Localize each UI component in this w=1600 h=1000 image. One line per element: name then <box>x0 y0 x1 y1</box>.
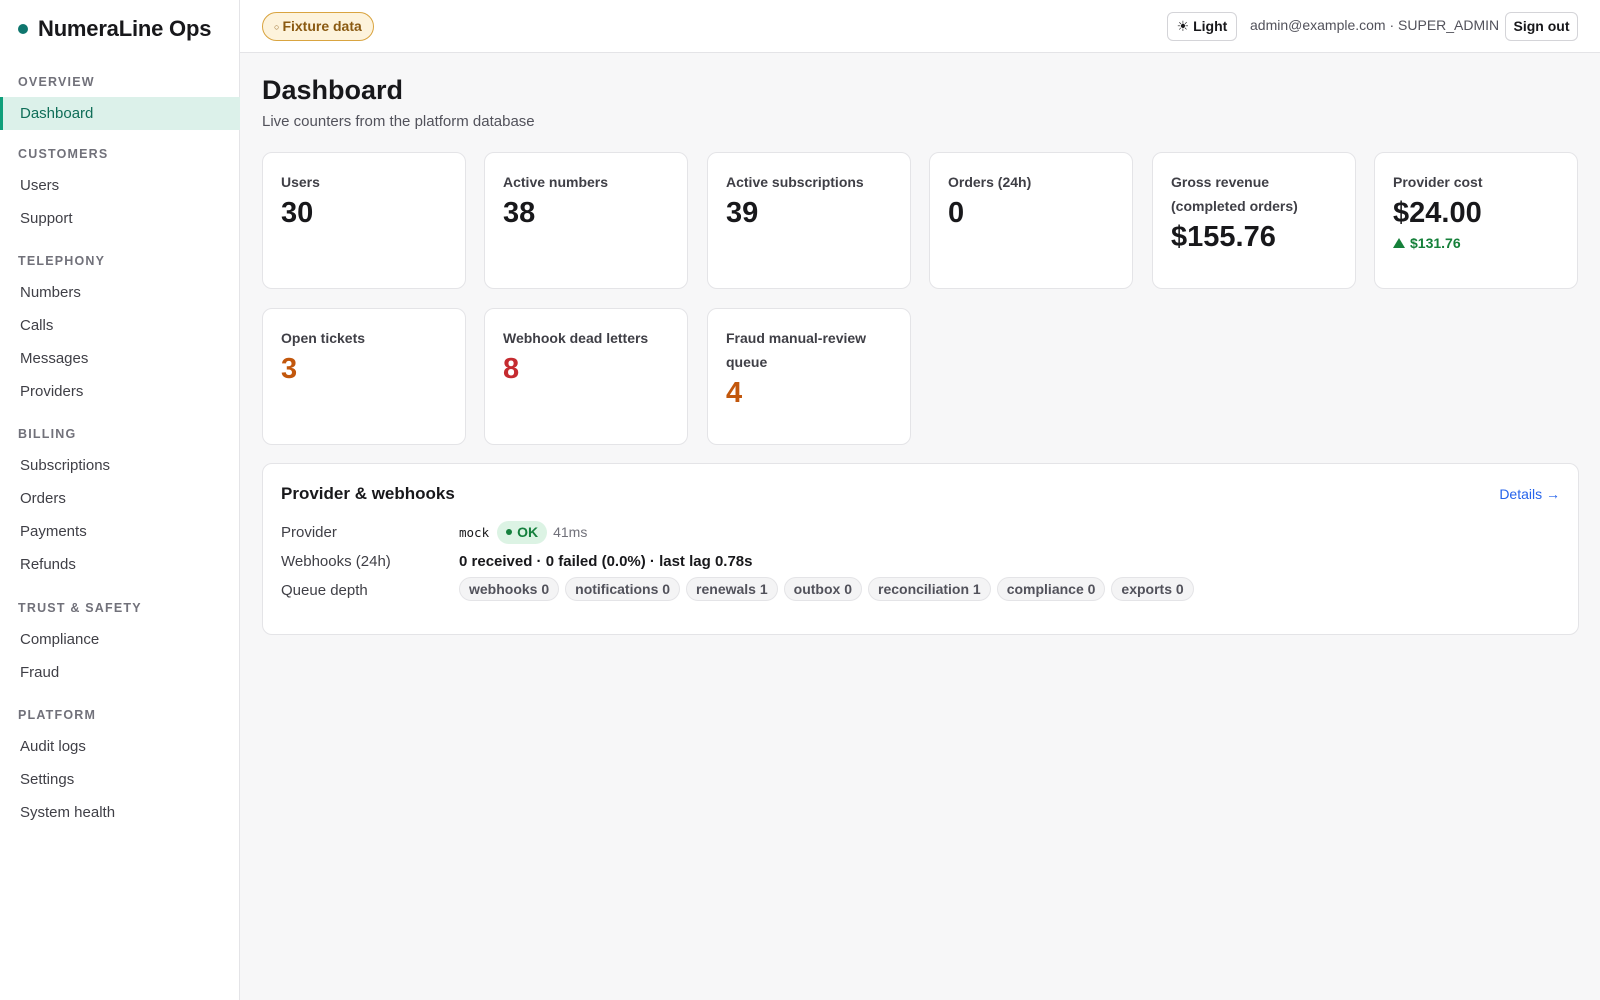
sign-out-button[interactable]: Sign out <box>1505 12 1578 41</box>
status-text: OK <box>517 524 539 540</box>
status-badge: OK <box>497 521 548 544</box>
stat-value: 4 <box>726 377 743 409</box>
stat-card-fraud-review-queue: Fraud manual-review queue 4 <box>707 308 911 445</box>
stat-card-webhook-dead-letters: Webhook dead letters 8 <box>484 308 688 445</box>
stat-label: Open tickets <box>281 330 366 346</box>
sidebar-item-calls[interactable]: Calls <box>0 309 240 342</box>
sidebar-item-refunds[interactable]: Refunds <box>0 548 240 581</box>
nav-section-title: TRUST & SAFETY <box>18 601 142 615</box>
stat-label: Gross revenue (completed orders) <box>1171 174 1298 214</box>
nav-trust-safety: TRUST & SAFETY Compliance Fraud <box>0 599 240 689</box>
nav-section-title: PLATFORM <box>18 708 97 722</box>
queue-chip-outbox: outbox 0 <box>783 577 862 601</box>
stat-card-provider-cost: Provider cost $24.00 $131.76 <box>1374 152 1578 289</box>
stat-label: Provider cost <box>1393 174 1483 190</box>
circle-icon: ○ <box>274 22 280 32</box>
stat-card-orders-24h: Orders (24h) 0 <box>929 152 1133 289</box>
queue-chip-exports: exports 0 <box>1111 577 1194 601</box>
webhooks-summary: 0 received · 0 failed (0.0%) · last lag … <box>459 553 753 570</box>
nav-platform: PLATFORM Audit logs Settings System heal… <box>0 706 240 829</box>
triangle-up-icon <box>1393 238 1405 248</box>
sidebar-item-users[interactable]: Users <box>0 169 240 202</box>
sidebar-item-payments[interactable]: Payments <box>0 515 240 548</box>
stat-label: Active numbers <box>503 174 609 190</box>
stat-label: Users <box>281 174 320 190</box>
brand-logo-dot <box>18 24 28 34</box>
fixture-data-badge: ○ Fixture data <box>262 12 374 41</box>
stat-value: $24.00 <box>1393 197 1482 229</box>
brand[interactable]: NumeraLine Ops <box>0 0 239 58</box>
stat-card-active-numbers: Active numbers 38 <box>484 152 688 289</box>
stat-delta-value: $131.76 <box>1410 235 1461 251</box>
nav-section-title: CUSTOMERS <box>18 147 109 161</box>
stat-value: 3 <box>281 353 298 385</box>
queue-chip-reconciliation: reconciliation 1 <box>868 577 991 601</box>
sidebar-item-numbers[interactable]: Numbers <box>0 276 240 309</box>
sidebar-item-fraud[interactable]: Fraud <box>0 656 240 689</box>
sidebar-item-orders[interactable]: Orders <box>0 482 240 515</box>
queue-chip-renewals: renewals 1 <box>686 577 778 601</box>
queue-depth-label: Queue depth <box>281 582 368 599</box>
sidebar-item-support[interactable]: Support <box>0 202 240 235</box>
webhooks-row-label: Webhooks (24h) <box>281 553 391 570</box>
stat-card-open-tickets: Open tickets 3 <box>262 308 466 445</box>
stat-card-users: Users 30 <box>262 152 466 289</box>
provider-latency: 41ms <box>553 524 588 540</box>
theme-label: Light <box>1193 18 1228 34</box>
provider-row-label: Provider <box>281 524 337 541</box>
stat-value: 30 <box>281 197 314 229</box>
panel-title: Provider & webhooks <box>281 484 455 503</box>
sidebar-item-subscriptions[interactable]: Subscriptions <box>0 449 240 482</box>
queue-chip-notifications: notifications 0 <box>565 577 681 601</box>
queue-chip-webhooks: webhooks 0 <box>459 577 560 601</box>
stat-value: $155.76 <box>1171 221 1276 253</box>
page-subtitle: Live counters from the platform database <box>262 113 535 130</box>
nav-telephony: TELEPHONY Numbers Calls Messages Provide… <box>0 252 240 408</box>
sidebar: NumeraLine Ops OVERVIEW Dashboard CUSTOM… <box>0 0 240 1000</box>
top-bar: ○ Fixture data ☀ Light admin@example.com … <box>240 0 1600 53</box>
sidebar-item-audit-logs[interactable]: Audit logs <box>0 730 240 763</box>
nav-section-title: TELEPHONY <box>18 254 106 268</box>
nav-section-title: OVERVIEW <box>18 75 95 89</box>
nav-billing: BILLING Subscriptions Orders Payments Re… <box>0 425 240 581</box>
stat-delta: $131.76 <box>1393 235 1559 251</box>
sidebar-item-dashboard[interactable]: Dashboard <box>0 97 240 130</box>
stat-value: 0 <box>948 197 965 229</box>
page-title: Dashboard <box>262 75 404 105</box>
current-user: admin@example.com · SUPER_ADMIN <box>1250 17 1500 33</box>
sidebar-item-compliance[interactable]: Compliance <box>0 623 240 656</box>
theme-toggle-button[interactable]: ☀ Light <box>1167 12 1237 41</box>
stat-card-gross-revenue: Gross revenue (completed orders) $155.76 <box>1152 152 1356 289</box>
provider-webhooks-panel: Provider & webhooks Details → Provider m… <box>262 463 1579 635</box>
nav-customers: CUSTOMERS Users Support <box>0 145 240 235</box>
provider-name: mock <box>459 525 490 540</box>
stat-label: Webhook dead letters <box>503 330 649 346</box>
sun-icon: ☀ <box>1176 18 1190 34</box>
details-link[interactable]: Details → <box>1499 486 1560 502</box>
stat-value: 38 <box>503 197 536 229</box>
queue-chips: webhooks 0 notifications 0 renewals 1 outbo… <box>459 577 1200 601</box>
provider-row-value: mock OK 41ms <box>459 521 587 544</box>
brand-name: NumeraLine Ops <box>38 16 212 41</box>
sidebar-item-system-health[interactable]: System health <box>0 796 240 829</box>
sidebar-item-messages[interactable]: Messages <box>0 342 240 375</box>
nav-section-title: BILLING <box>18 427 77 441</box>
stat-label: Orders (24h) <box>948 174 1032 190</box>
stat-label: Fraud manual-review queue <box>726 330 867 370</box>
queue-chip-compliance: compliance 0 <box>996 577 1106 601</box>
stat-card-active-subscriptions: Active subscriptions 39 <box>707 152 911 289</box>
nav-overview: OVERVIEW Dashboard <box>0 73 240 130</box>
sidebar-item-providers[interactable]: Providers <box>0 375 240 408</box>
status-dot-icon <box>506 529 513 535</box>
fixture-badge-label: Fixture data <box>282 18 362 34</box>
sidebar-item-settings[interactable]: Settings <box>0 763 240 796</box>
stat-value: 39 <box>726 197 759 229</box>
stat-value: 8 <box>503 353 520 385</box>
stat-label: Active subscriptions <box>726 174 864 190</box>
